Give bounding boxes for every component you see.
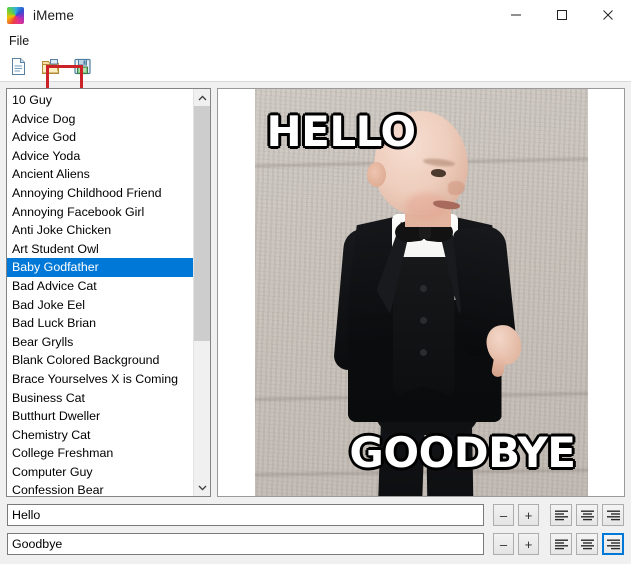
- bow-tie-knot: [418, 225, 431, 239]
- template-list-item[interactable]: Bear Grylls: [7, 333, 193, 352]
- maximize-button[interactable]: [539, 0, 585, 30]
- template-list-item[interactable]: Advice Yoda: [7, 147, 193, 166]
- tuxedo-vest: [392, 257, 455, 397]
- align-right-icon: [606, 510, 620, 520]
- template-list-item[interactable]: Advice God: [7, 128, 193, 147]
- app-title: iMeme: [33, 7, 75, 23]
- menu-bar: File: [0, 30, 631, 52]
- vest-button: [419, 285, 427, 292]
- template-list-item[interactable]: Business Cat: [7, 389, 193, 408]
- scrollbar-thumb[interactable]: [194, 106, 210, 341]
- align-left-icon: [554, 510, 568, 520]
- template-list-item[interactable]: Advice Dog: [7, 110, 193, 129]
- new-document-icon: [11, 58, 25, 75]
- template-list-item[interactable]: Brace Yourselves X is Coming: [7, 370, 193, 389]
- meme-template-list[interactable]: 10 Guy Advice Dog Advice God Advice Yoda Anc…: [6, 88, 211, 497]
- align-center-icon: [580, 539, 594, 549]
- template-list-scrollbar[interactable]: [193, 89, 210, 496]
- template-list-item[interactable]: Bad Advice Cat: [7, 277, 193, 296]
- template-list-item[interactable]: Chemistry Cat: [7, 426, 193, 445]
- meme-preview-pane[interactable]: HELLO GOODBYE: [217, 88, 625, 497]
- template-list-item[interactable]: Baby Godfather: [7, 258, 193, 277]
- open-file-button[interactable]: [36, 54, 64, 80]
- menu-item-file[interactable]: File: [7, 32, 35, 51]
- template-list-item[interactable]: Butthurt Dweller: [7, 407, 193, 426]
- top-caption-input[interactable]: [7, 504, 484, 526]
- template-list-item[interactable]: Bad Luck Brian: [7, 314, 193, 333]
- template-list-item[interactable]: Art Student Owl: [7, 240, 193, 259]
- close-button[interactable]: [585, 0, 631, 30]
- maximize-icon: [557, 10, 567, 20]
- floppy-disk-save-icon: [73, 58, 91, 75]
- top-caption-increase-button[interactable]: +: [518, 504, 539, 526]
- template-list-item[interactable]: Bad Joke Eel: [7, 296, 193, 315]
- window-controls: [493, 0, 631, 30]
- template-list-item[interactable]: Anti Joke Chicken: [7, 221, 193, 240]
- top-caption-decrease-button[interactable]: –: [493, 504, 514, 526]
- top-caption-align-left-button[interactable]: [550, 504, 572, 526]
- rainbow-square-icon: [7, 6, 24, 24]
- template-list-items: 10 Guy Advice Dog Advice God Advice Yoda Anc…: [7, 89, 193, 496]
- template-list-item[interactable]: 10 Guy: [7, 91, 193, 110]
- bottom-caption-align-center-button[interactable]: [576, 533, 598, 555]
- minimize-icon: [511, 14, 521, 16]
- template-list-item[interactable]: Annoying Childhood Friend: [7, 184, 193, 203]
- top-caption-row: – +: [7, 504, 624, 526]
- scrollbar-track[interactable]: [194, 106, 210, 479]
- vest-button: [419, 317, 427, 324]
- template-list-item[interactable]: Ancient Aliens: [7, 165, 193, 184]
- bottom-caption-row: – +: [7, 533, 624, 555]
- bottom-caption-align-group: [550, 533, 624, 555]
- top-caption-align-right-button[interactable]: [602, 504, 624, 526]
- scroll-down-button[interactable]: [194, 479, 210, 496]
- bottom-caption-align-right-button[interactable]: [602, 533, 624, 555]
- new-file-button[interactable]: [4, 54, 32, 80]
- align-center-icon: [580, 510, 594, 520]
- template-list-item[interactable]: Blank Colored Background: [7, 351, 193, 370]
- imeme-window: iMeme File 10 Guy Advice Dog Advice God …: [0, 0, 631, 564]
- close-icon: [603, 10, 613, 20]
- bottom-caption-font-size-stepper: – +: [493, 533, 539, 555]
- vest-button: [419, 349, 427, 356]
- title-bar: iMeme: [0, 0, 631, 30]
- meme-bottom-text: GOODBYE: [348, 428, 578, 477]
- save-file-button[interactable]: [68, 54, 96, 80]
- template-list-item[interactable]: Computer Guy: [7, 463, 193, 482]
- bottom-caption-align-left-button[interactable]: [550, 533, 572, 555]
- content-area: 10 Guy Advice Dog Advice God Advice Yoda Anc…: [0, 82, 631, 497]
- scroll-up-button[interactable]: [194, 89, 210, 106]
- caption-controls: – +: [0, 497, 631, 564]
- chevron-up-icon: [198, 94, 206, 100]
- nose: [447, 181, 465, 195]
- template-list-pane: 10 Guy Advice Dog Advice God Advice Yoda Anc…: [6, 88, 211, 497]
- bottom-caption-input[interactable]: [7, 533, 484, 555]
- meme-top-text: HELLO: [265, 107, 418, 156]
- top-caption-align-group: [550, 504, 624, 526]
- template-list-item[interactable]: Annoying Facebook Girl: [7, 203, 193, 222]
- bottom-caption-decrease-button[interactable]: –: [493, 533, 514, 555]
- align-left-icon: [554, 539, 568, 549]
- template-list-item[interactable]: Confession Bear: [7, 481, 193, 496]
- template-list-item[interactable]: College Freshman: [7, 444, 193, 463]
- top-caption-font-size-stepper: – +: [493, 504, 539, 526]
- align-right-icon: [606, 539, 620, 549]
- top-caption-align-center-button[interactable]: [576, 504, 598, 526]
- bottom-caption-increase-button[interactable]: +: [518, 533, 539, 555]
- toolbar: [0, 52, 631, 99]
- minimize-button[interactable]: [493, 0, 539, 30]
- ear: [366, 162, 386, 187]
- open-folder-icon: [41, 59, 59, 74]
- meme-canvas[interactable]: HELLO GOODBYE: [254, 89, 588, 496]
- chevron-down-icon: [198, 485, 206, 491]
